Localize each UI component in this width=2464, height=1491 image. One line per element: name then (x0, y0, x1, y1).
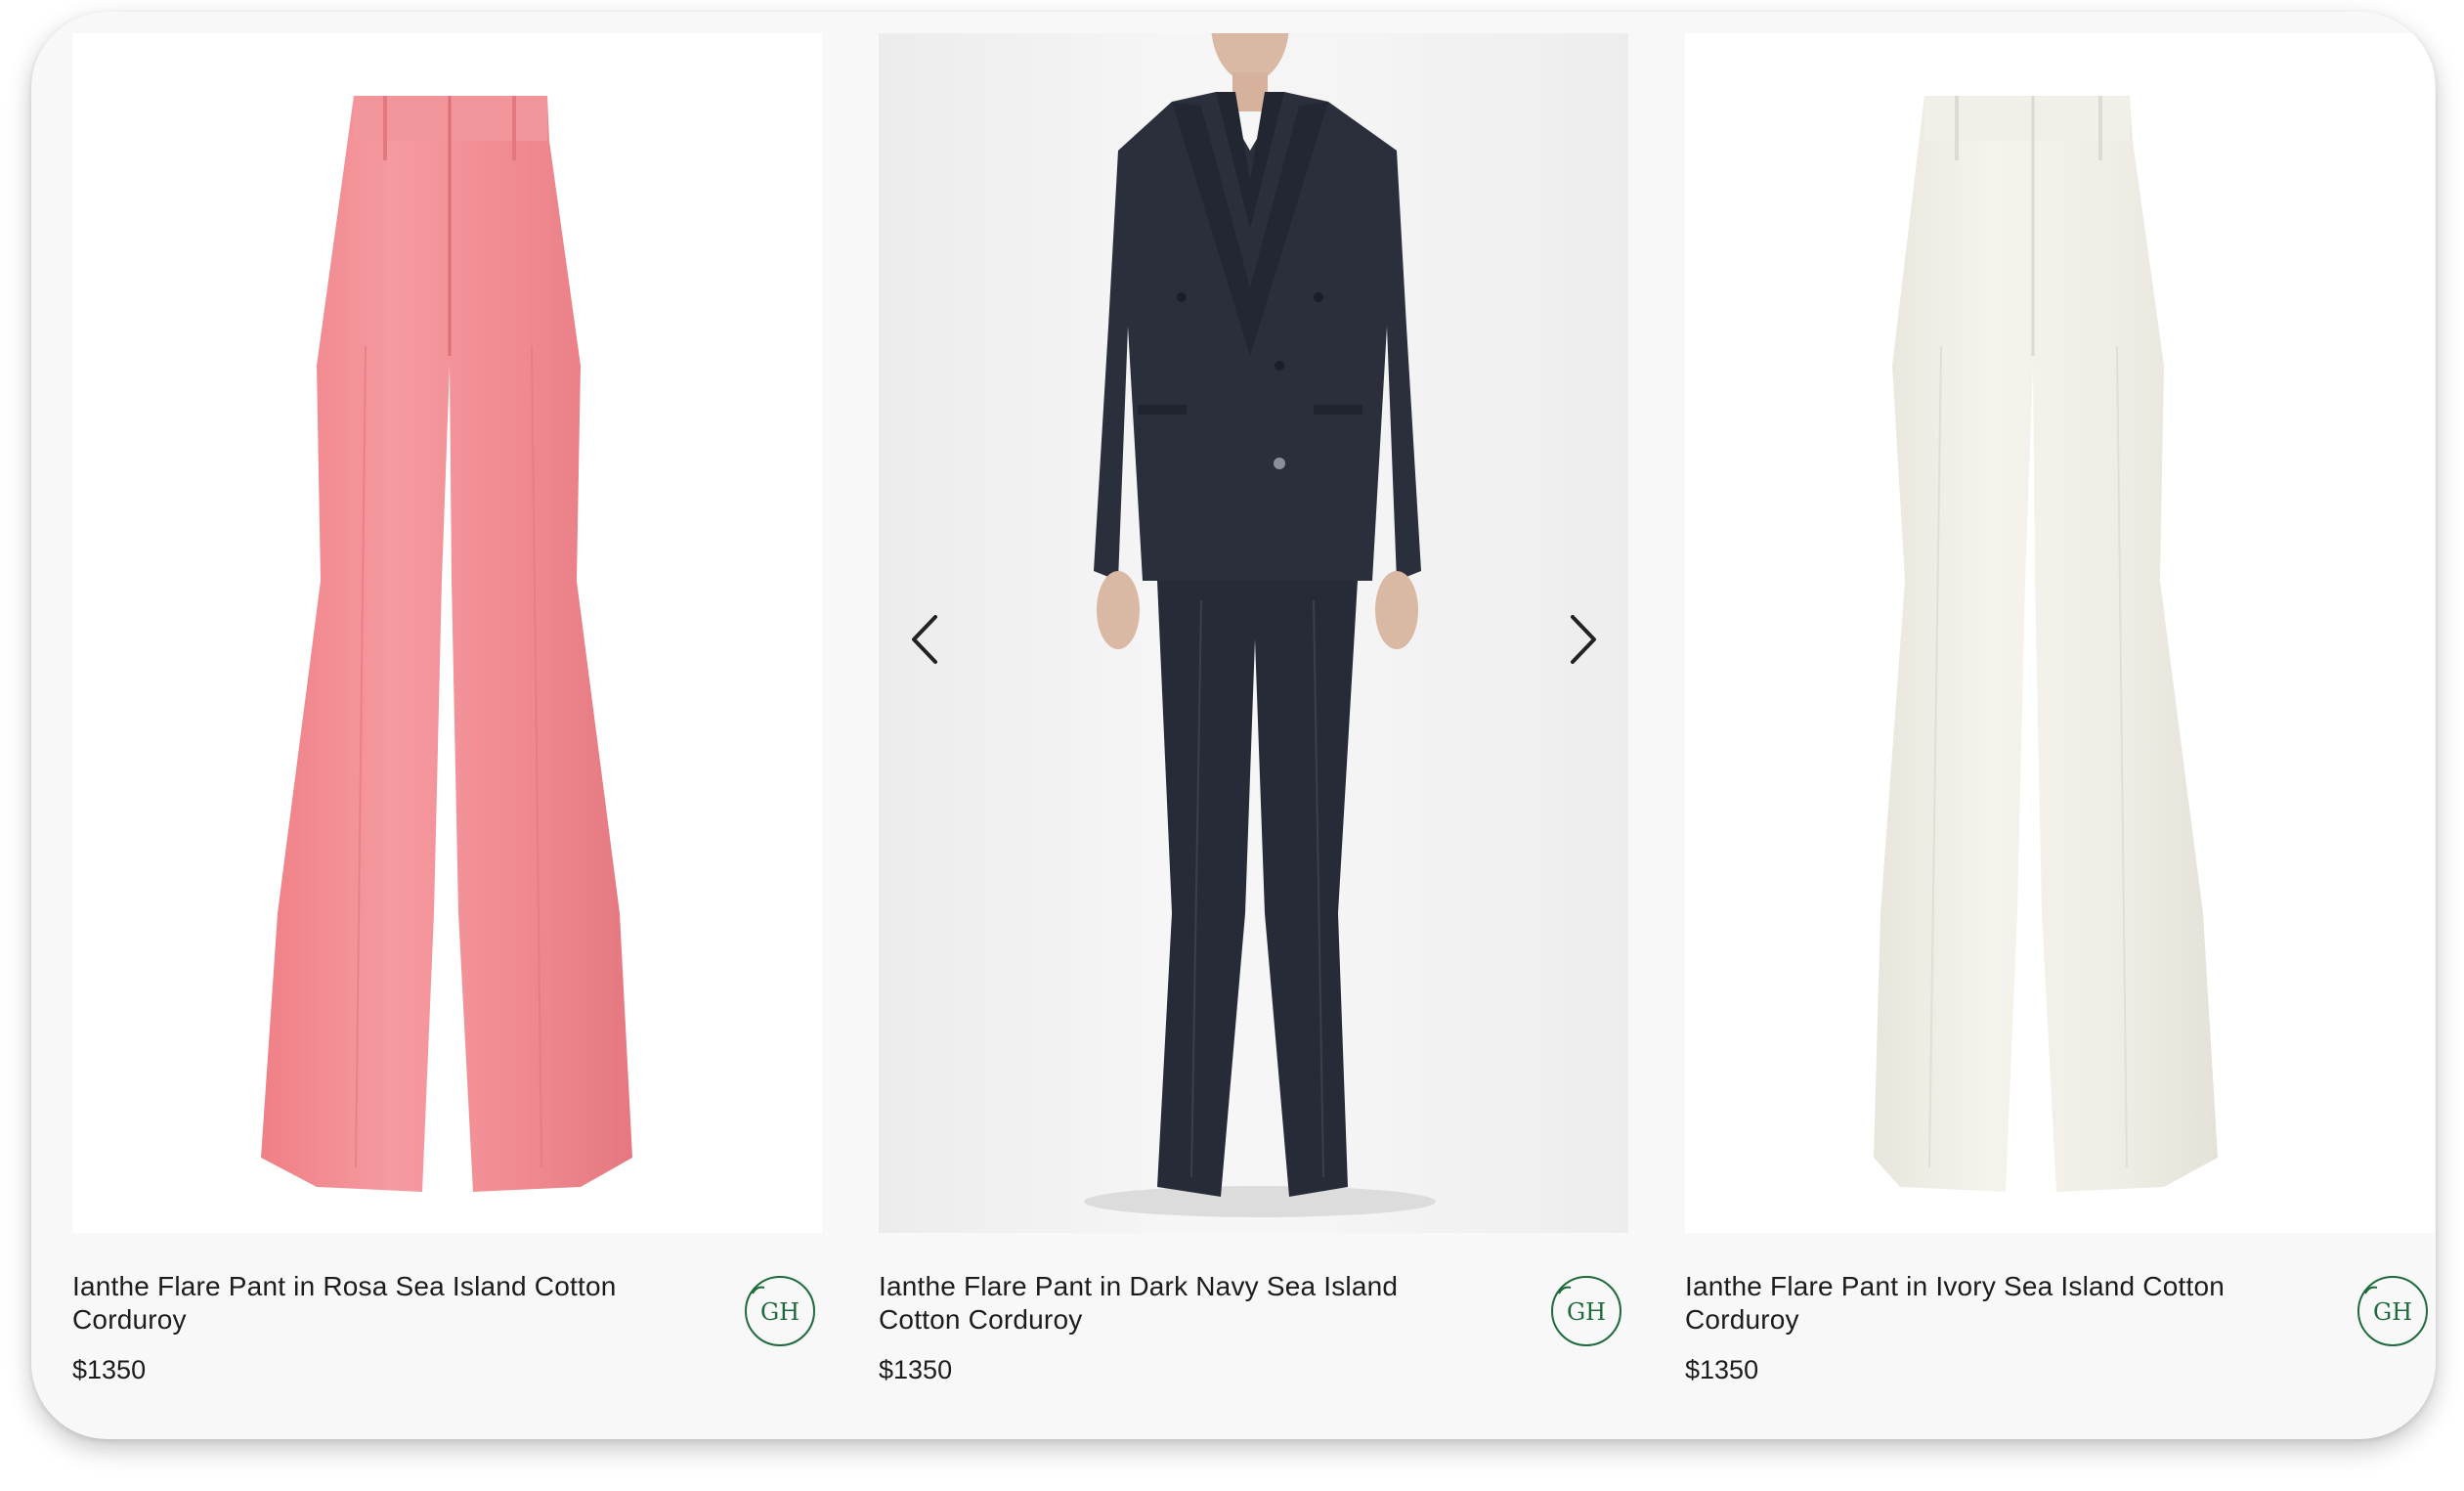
svg-text:GH: GH (760, 1298, 800, 1326)
svg-text:GH: GH (2373, 1298, 2412, 1326)
product-info: Ianthe Flare Pant in Dark Navy Sea Islan… (879, 1233, 1628, 1399)
product-image[interactable] (72, 33, 822, 1233)
product-title[interactable]: Ianthe Flare Pant in Dark Navy Sea Islan… (879, 1270, 1485, 1337)
chevron-right-icon (1571, 615, 1596, 664)
chevron-left-icon (912, 615, 937, 664)
carousel-next-button[interactable] (1553, 595, 1612, 683)
brand-badge-icon[interactable]: GH (1549, 1274, 1623, 1348)
product-carousel-panel: Ianthe Flare Pant in Rosa Sea Island Cot… (31, 12, 2436, 1439)
ivory-flare-pant-image (1874, 96, 2218, 1192)
product-price: $1350 (879, 1355, 953, 1384)
svg-text:GH: GH (1567, 1298, 1606, 1326)
product-info: Ianthe Flare Pant in Ivory Sea Island Co… (1685, 1233, 2435, 1399)
rosa-flare-pant-image (261, 96, 632, 1192)
product-price: $1350 (72, 1355, 147, 1384)
product-card[interactable]: Ianthe Flare Pant in Dark Navy Sea Islan… (879, 33, 1628, 1399)
product-info: Ianthe Flare Pant in Rosa Sea Island Cot… (72, 1233, 822, 1399)
brand-badge-icon[interactable]: GH (2356, 1274, 2430, 1348)
product-image[interactable] (879, 33, 1628, 1233)
product-card[interactable]: Ianthe Flare Pant in Ivory Sea Island Co… (1685, 33, 2435, 1399)
brand-badge-icon[interactable]: GH (743, 1274, 817, 1348)
dark-navy-suit-model-image (1084, 33, 1436, 1217)
product-title[interactable]: Ianthe Flare Pant in Ivory Sea Island Co… (1685, 1270, 2291, 1337)
product-image[interactable] (1685, 33, 2435, 1233)
product-title[interactable]: Ianthe Flare Pant in Rosa Sea Island Cot… (72, 1270, 678, 1337)
product-price: $1350 (1685, 1355, 1759, 1384)
product-card[interactable]: Ianthe Flare Pant in Rosa Sea Island Cot… (72, 33, 822, 1399)
carousel-prev-button[interactable] (896, 595, 955, 683)
